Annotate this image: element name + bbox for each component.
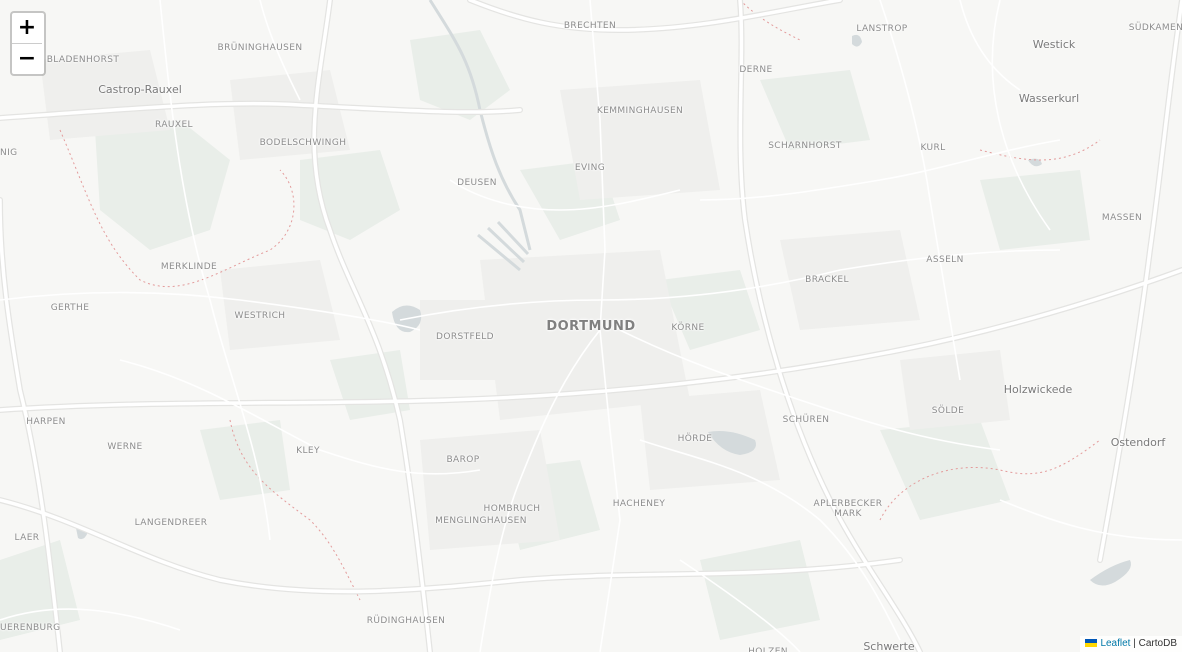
leaflet-link[interactable]: Leaflet <box>1100 638 1130 649</box>
place-label-hacheney: HACHENEY <box>612 499 666 509</box>
zoom-control: + − <box>10 11 46 76</box>
place-label-asseln: ASSELN <box>926 255 964 265</box>
ukraine-flag-icon <box>1085 639 1098 647</box>
place-label-brechten: BRECHTEN <box>563 21 617 31</box>
place-label-solde: SÖLDE <box>931 406 965 416</box>
place-label-schuren: SCHÜREN <box>782 415 830 425</box>
place-label-querenburg: UERENBURG <box>0 623 61 633</box>
place-label-rauxel: RAUXEL <box>155 120 193 130</box>
place-label-schwerte: Schwerte <box>863 640 915 652</box>
place-label-scharnhorst: SCHARNHORST <box>768 141 842 151</box>
place-label-menglinghausen: MENGLINGHAUSEN <box>435 516 527 526</box>
place-label-kemminghausen: KEMMINGHAUSEN <box>596 106 684 116</box>
place-label-aplerbecker-mark: APLERBECKER MARK <box>813 499 883 519</box>
place-label-brackel: BRACKEL <box>805 275 849 285</box>
place-label-dorstfeld: DORSTFELD <box>436 332 494 342</box>
place-label-kley: KLEY <box>296 446 320 456</box>
place-label-hombruch: HOMBRUCH <box>483 504 541 514</box>
zoom-in-button[interactable]: + <box>12 13 42 44</box>
place-label-holzwickede: Holzwickede <box>1003 383 1073 396</box>
place-label-rudinghausen: RÜDINGHAUSEN <box>366 616 446 626</box>
map-view[interactable]: BRECHTEN LANSTROP Westick SÜDKAMEN BRÜNINGHA… <box>0 0 1182 652</box>
place-label-dortmund: DORTMUND <box>546 319 636 334</box>
place-label-bodelschwingh: BODELSCHWINGH <box>259 138 347 148</box>
place-label-werne: WERNE <box>107 442 143 452</box>
place-label-holzen: HOLZEN <box>748 647 788 652</box>
place-label-bladenhorst: BLADENHORST <box>46 55 120 65</box>
zoom-out-button[interactable]: − <box>12 44 42 74</box>
place-label-merklinde: MERKLINDE <box>160 262 218 272</box>
place-label-westrich: WESTRICH <box>234 311 286 321</box>
place-label-wasserkurl: Wasserkurl <box>1018 92 1080 105</box>
place-label-bruninghausen: BRÜNINGHAUSEN <box>217 43 303 53</box>
place-label-deusen: DEUSEN <box>457 178 497 188</box>
place-label-gerthe: GERTHE <box>50 303 90 313</box>
place-label-laer: LAER <box>14 533 40 543</box>
attribution-provider: CartoDB <box>1138 638 1177 649</box>
place-label-massen: MASSEN <box>1101 213 1143 223</box>
place-label-lanstrop: LANSTROP <box>856 24 908 34</box>
place-label-ostendorf: Ostendorf <box>1110 436 1166 449</box>
place-label-harpen: HARPEN <box>26 417 66 427</box>
place-label-langendreer: LANGENDREER <box>134 518 208 528</box>
place-label-sudkamen: SÜDKAMEN <box>1128 23 1182 33</box>
attribution-separator: | <box>1133 638 1136 649</box>
place-label-barop: BAROP <box>446 455 480 465</box>
place-label-evinge: EVING <box>574 163 606 173</box>
place-label-castrop-rauxel: Castrop-Rauxel <box>98 83 182 96</box>
place-label-derne: DERNE <box>739 65 773 75</box>
place-label-horde: HÖRDE <box>677 434 713 444</box>
place-label-nig: NIG <box>0 148 18 158</box>
place-label-korne: KÖRNE <box>671 323 705 333</box>
attribution-bar: Leaflet | CartoDB <box>1080 636 1182 652</box>
place-label-westick: Westick <box>1032 38 1076 51</box>
place-label-kurl: KURL <box>920 143 946 153</box>
